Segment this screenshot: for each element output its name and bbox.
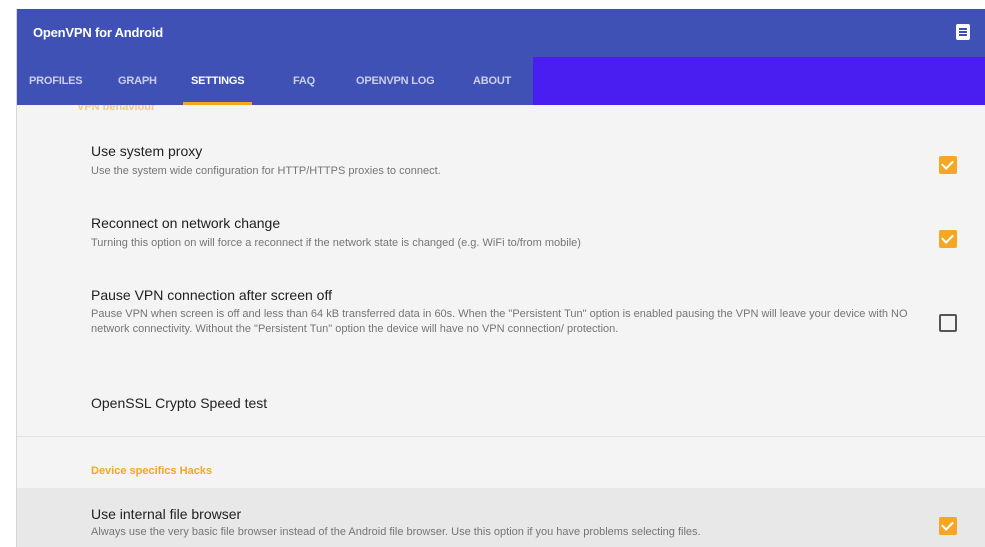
pref-title: Pause VPN connection after screen off [91,287,332,303]
settings-list[interactable]: VPN behaviour Use system proxy Use the s… [17,105,985,547]
use-internal-file-browser-checkbox[interactable] [939,517,957,535]
tab-label: ABOUT [473,75,512,87]
pref-title: Use internal file browser [91,506,242,522]
tab-settings[interactable]: SETTINGS [183,57,253,105]
section-header-vpn-behaviour: VPN behaviour [77,105,156,113]
app-window: OpenVPN for Android PROFILES GRAPH SETTI… [16,9,985,547]
pref-title: Reconnect on network change [91,215,281,231]
tab-about[interactable]: ABOUT [473,57,511,105]
tab-label: PROFILES [29,75,83,87]
tab-label: GRAPH [118,75,157,87]
app-bar: OpenVPN for Android [17,9,985,57]
pref-use-internal-file-browser[interactable]: Use internal file browser Always use the… [17,488,985,547]
use-system-proxy-checkbox[interactable] [939,156,957,174]
section-header-device-hacks: Device specifics Hacks [91,465,213,477]
app-title: OpenVPN for Android [33,25,164,40]
pref-summary: Use the system wide configuration for HT… [91,165,441,177]
pref-title: Use system proxy [91,143,203,159]
tab-bar-extension [533,57,985,105]
tab-graph[interactable]: GRAPH [118,57,157,105]
pref-summary: Always use the very basic file browser i… [91,526,701,538]
reconnect-on-network-change-checkbox[interactable] [939,230,957,248]
pref-title: OpenSSL Crypto Speed test [91,395,268,411]
pause-vpn-after-screen-off-checkbox[interactable] [939,314,957,332]
pref-pause-vpn-after-screen-off[interactable]: Pause VPN connection after screen off Pa… [17,281,985,367]
tab-faq[interactable]: FAQ [293,57,315,105]
section-divider [17,436,985,437]
tab-label: FAQ [293,75,316,87]
overflow-menu-icon[interactable] [956,24,970,40]
tab-label: SETTINGS [191,75,245,87]
pref-summary: Turning this option on will force a reco… [91,237,581,249]
tab-profiles[interactable]: PROFILES [29,57,83,105]
pref-openssl-speed-test[interactable]: OpenSSL Crypto Speed test [17,385,985,425]
pref-reconnect-on-network-change[interactable]: Reconnect on network change Turning this… [17,207,985,267]
tab-openvpn-log[interactable]: OPENVPN LOG [356,57,435,105]
tab-label: OPENVPN LOG [356,75,435,87]
pref-use-system-proxy[interactable]: Use system proxy Use the system wide con… [17,135,985,195]
tab-bar: PROFILES GRAPH SETTINGS FAQ OPENVPN LOG … [17,57,985,105]
pref-summary: Pause VPN when screen is off and less th… [91,308,908,335]
